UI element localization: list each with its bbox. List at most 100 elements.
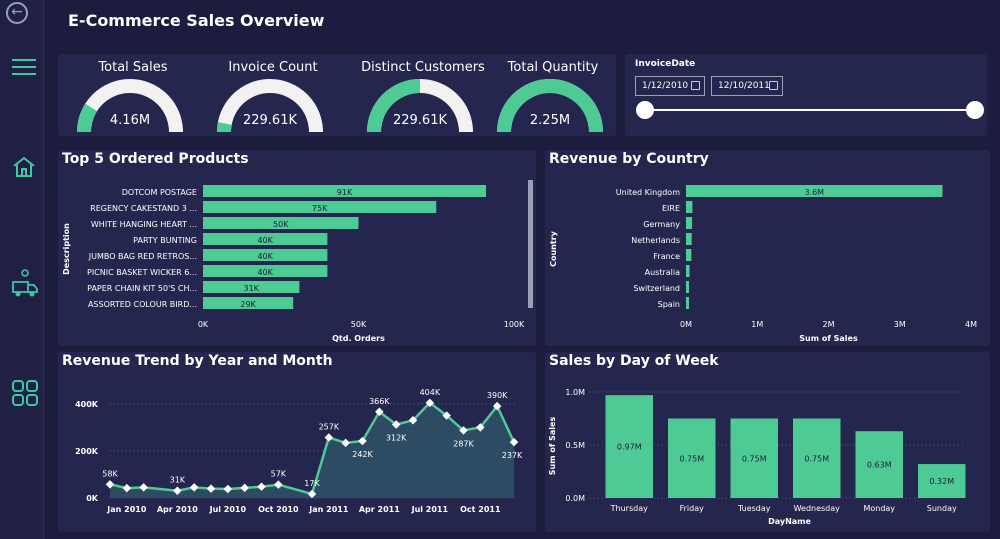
y-tick-label: 1.0M [565,388,585,397]
category-label: PICNIC BASKET WICKER 6... [87,268,197,277]
data-label: 40K [257,236,273,245]
data-label: 287K [453,439,474,448]
data-label: 31K [170,476,186,485]
category-label: PARTY BUNTING [133,236,197,245]
revenue-trend-chart: 400K 200K 0K 58K 31K 57K 17K 257K 242K 366K 312K 40… [75,388,523,514]
data-label: 404K [420,388,441,397]
category-label: WHITE HANGING HEART ... [91,220,197,229]
data-label: 50K [273,220,289,229]
kpi-card: Total Quantity 2.25M [478,54,628,136]
category-label: JUMBO BAG RED RETROS... [88,252,197,261]
category-label: PAPER CHAIN KIT 50'S CH... [87,284,197,293]
data-label: 17K [304,479,320,488]
back-arrow-icon[interactable]: ← [6,2,28,24]
kpi-value: 229.61K [242,113,297,128]
data-label: 0.63M [867,461,892,470]
y-axis-title: Description [62,223,71,275]
category-label: France [653,252,680,261]
day-of-week-panel: Sales by Day of Week 1.0M 0.5M 0.0M 0.97M Th… [545,352,990,532]
y-axis-title: Country [549,230,558,267]
data-label: 366K [369,397,390,406]
bar [686,249,692,261]
x-axis-title: Sum of Sales [799,334,858,343]
start-date-input[interactable]: 1/12/2010 [635,76,705,96]
kpi-label: Total Sales [98,60,168,75]
end-date-value: 12/10/2011 [718,81,770,91]
category-label: Germany [643,220,680,229]
kpi-card: Total Sales 4.16M [58,54,208,136]
x-axis-title: DayName [768,517,811,526]
scrollbar[interactable] [528,180,533,308]
x-tick-label: Oct 2010 [258,505,299,514]
grid-apps-icon[interactable] [12,380,38,406]
kpi-card: Invoice Count 229.61K [198,54,348,136]
revenue-country-chart: United Kingdom 3.6M EIRE Germany Netherlands… [549,185,977,343]
kpi-value: 229.61K [392,113,447,128]
x-tick-label: Apr 2010 [157,505,198,514]
data-label: 91K [337,188,353,197]
y-tick-label: 0.0M [565,494,585,503]
x-tick-label: Jul 2011 [411,505,449,514]
data-label: 3.6M [804,188,824,197]
category-label: EIRE [662,204,680,213]
kpi-panel: Total Sales 4.16M Invoice Count 229.61K Dist… [58,54,616,136]
page-title: E-Commerce Sales Overview [68,11,325,30]
delivery-truck-icon[interactable] [12,268,38,298]
date-slicer: InvoiceDate 1/12/2010 12/10/2011 [625,54,987,136]
slider-end-handle[interactable] [966,101,984,119]
sidebar: ← [0,0,44,539]
calendar-icon[interactable] [769,81,778,90]
y-axis-title: Sum of Sales [548,417,557,476]
category-label: DOTCOM POSTAGE [122,188,197,197]
data-label: 0.97M [617,443,642,452]
data-label: 242K [352,450,373,459]
x-tick-label: 1M [751,320,763,329]
category-label: United Kingdom [616,188,680,197]
y-tick-label: 400K [75,400,99,409]
menu-icon[interactable] [12,58,36,76]
data-label: 40K [257,252,273,261]
y-tick-label: 0K [86,494,99,503]
bar [686,233,692,245]
calendar-icon[interactable] [691,81,700,90]
data-label: 0.75M [742,454,767,463]
category-label: Spain [658,300,680,309]
x-axis-title: Qtd. Orders [332,334,385,343]
data-label: 31K [243,284,259,293]
revenue-trend-panel: Revenue Trend by Year and Month 400K 200K… [58,352,536,532]
data-label: 0.32M [929,477,954,486]
x-tick-label: Thursday [610,504,648,513]
data-label: 390K [487,391,508,400]
data-label: 75K [312,204,328,213]
day-of-week-chart: 1.0M 0.5M 0.0M 0.97M Thursday 0.75M Friday 0.75… [548,388,966,526]
x-tick-label: Jan 2011 [308,505,349,514]
kpi-label: Distinct Customers [361,60,485,75]
category-label: Netherlands [631,236,680,245]
slider-start-handle[interactable] [636,101,654,119]
home-icon[interactable] [12,155,36,179]
top-products-chart: DOTCOM POSTAGE 91K REGENCY CAKESTAND 3 ...… [62,180,533,343]
category-label: REGENCY CAKESTAND 3 ... [90,204,197,213]
x-tick-label: Wednesday [794,504,841,513]
kpi-label: Total Quantity [507,60,599,75]
x-tick-label: 0M [680,320,692,329]
slider-track[interactable] [645,109,975,111]
bar [686,217,693,229]
x-tick-label: Oct 2011 [460,505,501,514]
x-tick-label: 2M [823,320,835,329]
x-tick-label: Jul 2010 [209,505,247,514]
x-tick-label: 100K [504,320,525,329]
x-tick-label: Monday [863,504,895,513]
x-tick-label: Friday [680,504,705,513]
kpi-value: 2.25M [529,113,571,128]
revenue-country-panel: Revenue by Country United Kingdom 3.6M EIR… [545,150,990,346]
x-tick-label: Sunday [927,504,957,513]
top-products-panel: Top 5 Ordered Products DOTCOM POSTAGE 91K… [58,150,536,346]
category-label: Australia [645,268,680,277]
data-label: 40K [257,268,273,277]
data-label: 58K [102,469,118,478]
data-label: 57K [271,470,287,479]
bar [686,297,689,309]
category-label: ASSORTED COLOUR BIRD... [88,300,197,309]
end-date-input[interactable]: 12/10/2011 [711,76,783,96]
